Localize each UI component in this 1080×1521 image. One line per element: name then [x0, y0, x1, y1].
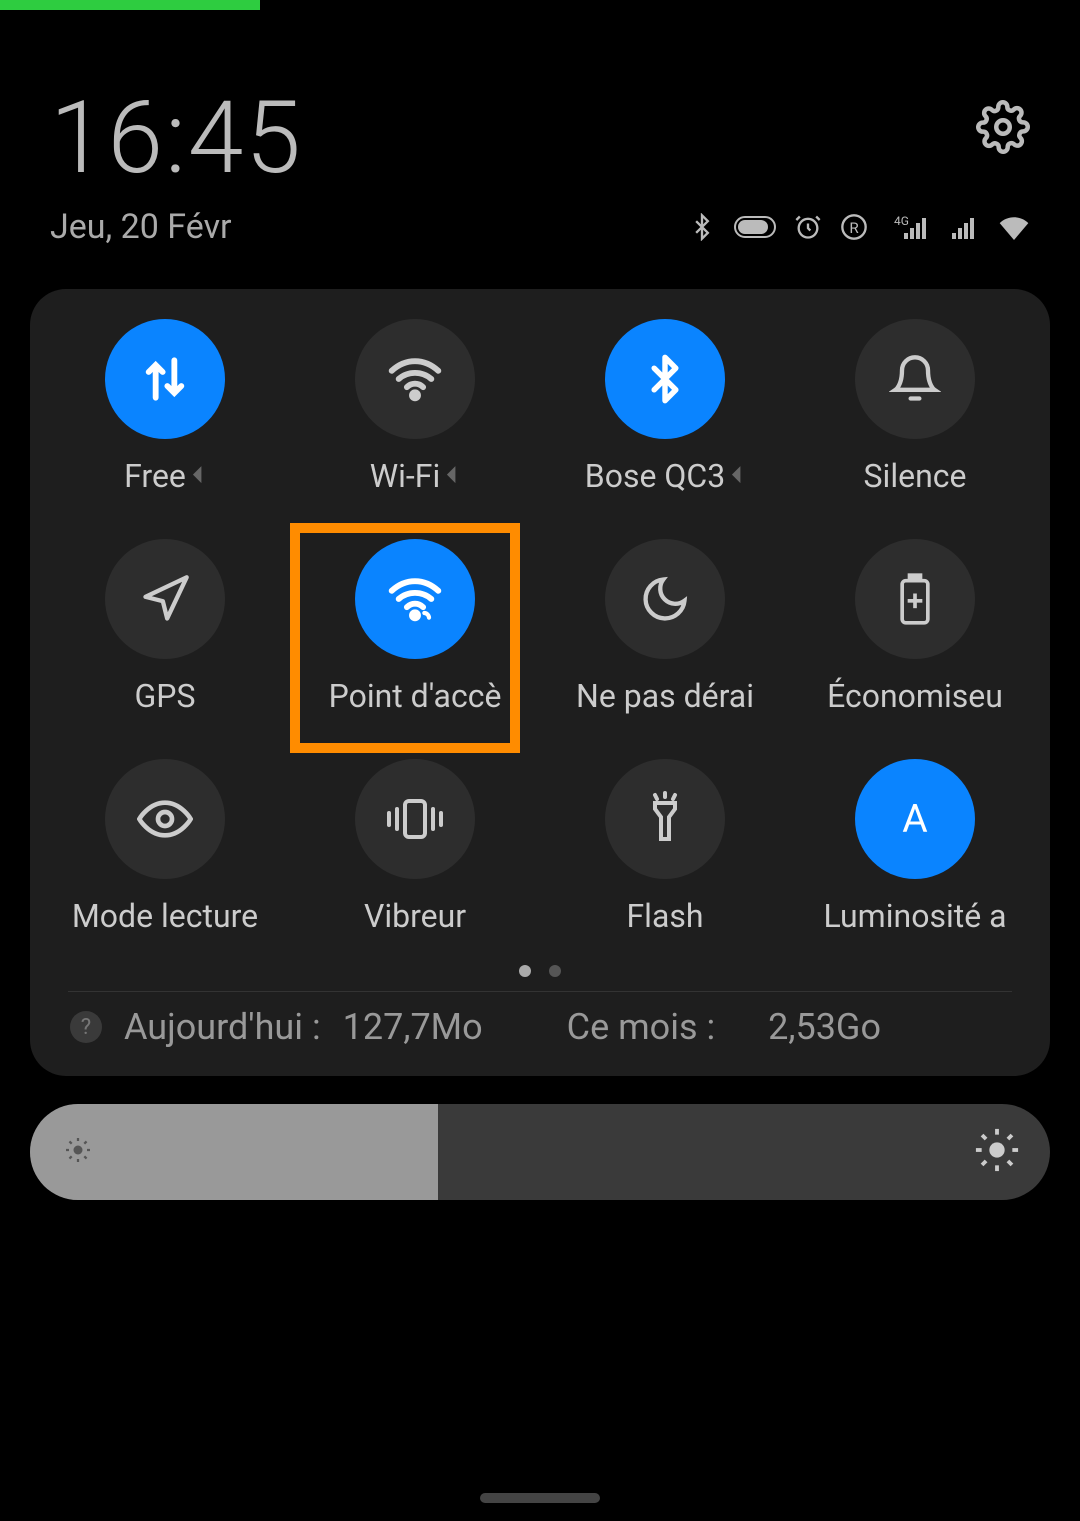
bluetooth-icon [605, 319, 725, 439]
signal-icon [950, 213, 980, 241]
tile-auto-brightness[interactable]: A Luminosité a [790, 759, 1040, 935]
tile-label-row: Flash [626, 897, 703, 935]
subheader: Jeu, 20 Févr R 4G [0, 197, 1080, 277]
bell-icon [855, 319, 975, 439]
eye-icon [105, 759, 225, 879]
vibrate-icon [355, 759, 475, 879]
navigation-icon [105, 539, 225, 659]
tile-label: Bose QC3 [585, 457, 725, 495]
drag-handle[interactable] [480, 1493, 600, 1503]
tile-gps[interactable]: GPS [40, 539, 290, 715]
divider [68, 991, 1012, 992]
header: 16:45 [0, 0, 1080, 197]
tile-label-row: Bose QC3 [585, 457, 745, 495]
tile-battery-saver[interactable]: Économiseu [790, 539, 1040, 715]
tile-label: Mode lecture [72, 897, 258, 935]
page-dot-1 [519, 965, 531, 977]
tile-label-row: Économiseu [827, 677, 1003, 715]
status-green-bar [0, 0, 260, 10]
svg-text:R: R [849, 219, 859, 237]
tile-bluetooth[interactable]: Bose QC3 [540, 319, 790, 495]
wifi-status-icon [998, 214, 1030, 240]
battery-pill-icon [734, 216, 776, 238]
moon-icon [605, 539, 725, 659]
tile-label: Point d'accè [329, 677, 502, 715]
tile-label: Ne pas dérai [576, 677, 754, 715]
expand-chevron-icon [193, 466, 206, 483]
signal-4g-icon: 4G [886, 213, 932, 241]
tile-label: Flash [626, 897, 703, 935]
tile-label-row: Mode lecture [72, 897, 258, 935]
tile-label: Free [124, 457, 186, 495]
page-dot-2 [549, 965, 561, 977]
tile-silence[interactable]: Silence [790, 319, 1040, 495]
quick-settings-panel: Free Wi-Fi Bose QC3 Silence GPS Point d'accè N… [30, 289, 1050, 1076]
tile-mobile-data[interactable]: Free [40, 319, 290, 495]
clock-time: 16:45 [50, 80, 303, 197]
tile-label: Luminosité a [823, 897, 1006, 935]
tile-reading-mode[interactable]: Mode lecture [40, 759, 290, 935]
tile-hotspot[interactable]: Point d'accè [290, 539, 540, 715]
tile-label-row: Vibreur [364, 897, 466, 935]
roaming-icon: R [840, 213, 868, 241]
tiles-grid: Free Wi-Fi Bose QC3 Silence GPS Point d'accè N… [40, 319, 1040, 935]
tile-wifi[interactable]: Wi-Fi [290, 319, 540, 495]
hotspot-icon [355, 539, 475, 659]
date-label: Jeu, 20 Févr [50, 207, 232, 247]
tile-flashlight[interactable]: Flash [540, 759, 790, 935]
tile-label-row: Point d'accè [329, 677, 502, 715]
tile-label-row: Luminosité a [823, 897, 1006, 935]
expand-chevron-icon [447, 466, 460, 483]
data-usage-row[interactable]: ? Aujourd'hui : 127,7Mo Ce mois : 2,53Go [40, 1006, 1040, 1058]
brightness-high-icon [974, 1127, 1020, 1177]
help-icon: ? [70, 1011, 102, 1043]
tile-label-row: GPS [135, 677, 196, 715]
battery-plus-icon [855, 539, 975, 659]
tile-vibrate[interactable]: Vibreur [290, 759, 540, 935]
wifi-icon [355, 319, 475, 439]
gear-icon [976, 100, 1030, 154]
tile-label-row: Silence [864, 457, 967, 495]
data-today-label: Aujourd'hui : [124, 1006, 321, 1048]
data-month-value: 2,53Go [768, 1006, 881, 1048]
tile-label: Vibreur [364, 897, 466, 935]
bluetooth-icon [688, 213, 716, 241]
tile-label-row: Wi-Fi [370, 457, 460, 495]
tile-label: Wi-Fi [370, 457, 440, 495]
alarm-icon [794, 213, 822, 241]
tile-label-row: Ne pas dérai [576, 677, 754, 715]
tile-label-row: Free [124, 457, 206, 495]
tile-dnd[interactable]: Ne pas dérai [540, 539, 790, 715]
svg-text:4G: 4G [894, 214, 909, 228]
data-arrows-icon [105, 319, 225, 439]
tile-label: Économiseu [827, 677, 1003, 715]
tile-label: Silence [864, 457, 967, 495]
page-indicator[interactable] [40, 965, 1040, 977]
data-month-label: Ce mois : [567, 1006, 716, 1048]
status-icons: R 4G [688, 213, 1030, 241]
svg-text:A: A [902, 796, 927, 842]
flashlight-icon [605, 759, 725, 879]
auto-a-icon: A [855, 759, 975, 879]
tile-label: GPS [135, 677, 196, 715]
data-today-value: 127,7Mo [343, 1006, 483, 1048]
brightness-low-icon [60, 1132, 96, 1172]
settings-button[interactable] [976, 80, 1030, 158]
brightness-slider[interactable] [30, 1104, 1050, 1200]
expand-chevron-icon [732, 466, 745, 483]
